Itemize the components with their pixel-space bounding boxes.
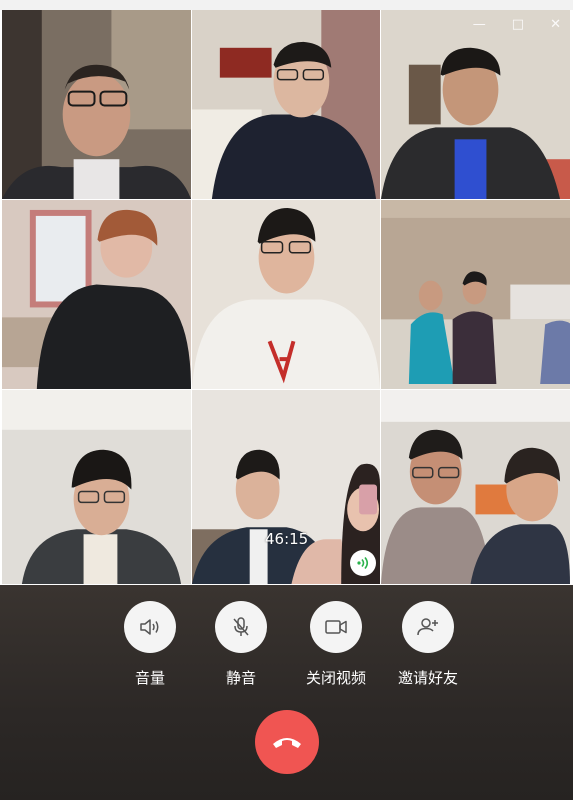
call-control-panel: 音量 静音 关闭视频 邀请好友 xyxy=(0,585,573,800)
participant-video-6[interactable] xyxy=(381,200,571,390)
volume-button[interactable]: 音量 xyxy=(110,601,190,688)
camera-off-label: 关闭视频 xyxy=(305,669,366,687)
participant-video-2[interactable] xyxy=(192,10,381,200)
speaking-indicator xyxy=(350,550,376,576)
participant-video-5[interactable] xyxy=(192,200,381,390)
hang-up-icon xyxy=(273,738,301,748)
video-frame-6 xyxy=(381,200,570,389)
hang-up-button[interactable] xyxy=(255,710,319,774)
video-frame-2 xyxy=(192,10,380,199)
add-person-icon xyxy=(417,618,438,636)
call-timer: 46:15 xyxy=(265,530,309,548)
invite-friends-label: 邀请好友 xyxy=(397,669,458,687)
video-grid xyxy=(2,10,571,585)
participant-video-9[interactable] xyxy=(381,390,571,585)
sound-wave-icon xyxy=(357,556,369,570)
mute-label: 静音 xyxy=(225,669,256,687)
video-frame-4 xyxy=(2,200,191,389)
maximize-icon[interactable]: □ xyxy=(512,18,524,31)
minimize-icon[interactable]: — xyxy=(473,18,486,31)
video-frame-3 xyxy=(381,10,570,199)
mute-button-circle[interactable] xyxy=(215,601,267,653)
video-frame-5 xyxy=(192,200,380,389)
video-camera-icon xyxy=(325,620,347,634)
participant-video-4[interactable] xyxy=(2,200,192,390)
volume-button-circle[interactable] xyxy=(124,601,176,653)
window-top-edge xyxy=(0,0,573,10)
video-frame-1 xyxy=(2,10,191,199)
invite-friends-button-circle[interactable] xyxy=(402,601,454,653)
window-controls: — □ ✕ xyxy=(473,18,561,31)
camera-off-button[interactable]: 关闭视频 xyxy=(296,601,376,688)
invite-friends-button[interactable]: 邀请好友 xyxy=(388,601,468,688)
participant-video-1[interactable] xyxy=(2,10,192,200)
mute-button[interactable]: 静音 xyxy=(201,601,281,688)
video-frame-7 xyxy=(2,390,191,584)
camera-off-button-circle[interactable] xyxy=(310,601,362,653)
close-icon[interactable]: ✕ xyxy=(550,18,561,31)
participant-video-3[interactable] xyxy=(381,10,571,200)
volume-label: 音量 xyxy=(134,669,165,687)
participant-video-7[interactable] xyxy=(2,390,192,585)
mic-off-icon xyxy=(233,617,249,636)
speaker-icon xyxy=(140,619,159,635)
video-frame-9 xyxy=(381,390,570,584)
